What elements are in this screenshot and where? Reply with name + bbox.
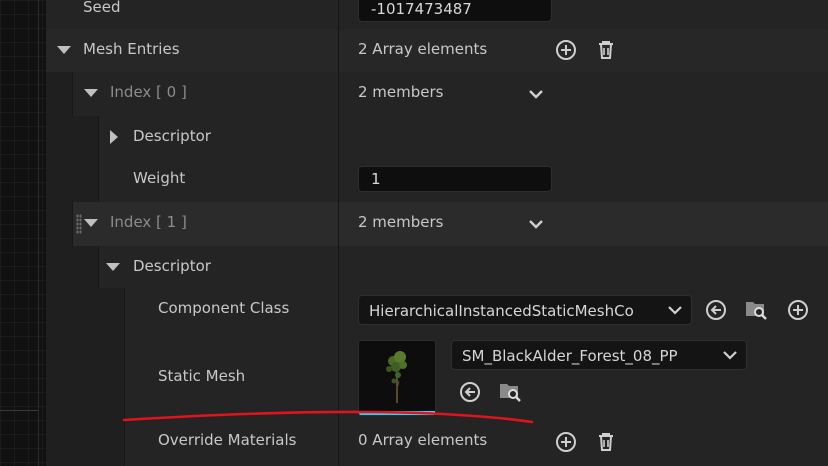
expand-caret-icon[interactable] — [106, 263, 120, 271]
expand-caret-icon[interactable] — [84, 89, 98, 97]
column-divider — [338, 422, 339, 466]
column-divider — [338, 0, 339, 30]
gutter-line — [0, 410, 38, 411]
indent-band — [72, 332, 99, 422]
indent-band — [72, 422, 99, 466]
descriptor-1-label: Descriptor — [133, 257, 211, 275]
row-override-materials: Override Materials 0 Array elements — [46, 422, 828, 466]
column-divider — [338, 72, 339, 116]
indent-band — [46, 116, 73, 158]
column-divider — [338, 30, 339, 72]
column-divider — [338, 246, 339, 288]
thumbnail-accent-bar — [359, 411, 435, 415]
arrow-left-circle-icon[interactable] — [458, 380, 482, 404]
trash-icon[interactable] — [594, 38, 618, 62]
column-divider — [338, 288, 339, 332]
chevron-down-icon — [668, 306, 682, 315]
row-weight: Weight 1 — [46, 158, 828, 203]
details-panel: Seed -1017473487 Mesh Entries 2 Array el… — [46, 0, 828, 466]
add-circle-icon[interactable] — [554, 430, 578, 454]
weight-label: Weight — [133, 169, 186, 187]
folder-search-icon[interactable] — [744, 297, 768, 321]
column-divider — [338, 202, 339, 246]
descriptor-0-label: Descriptor — [133, 127, 211, 145]
folder-search-icon[interactable] — [498, 379, 522, 403]
seed-label: Seed — [83, 0, 121, 16]
seed-field[interactable]: -1017473487 — [358, 0, 552, 22]
indent-band — [72, 246, 99, 288]
indent-band — [72, 158, 99, 202]
indent-band — [46, 288, 73, 332]
indent-band — [46, 72, 73, 116]
indent-band — [46, 246, 73, 288]
trash-icon[interactable] — [594, 430, 618, 454]
mesh-entries-count: 2 Array elements — [358, 40, 488, 58]
expand-caret-icon[interactable] — [110, 130, 118, 144]
row-static-mesh: Static Mesh SM_BlackAlder_Forest_08_PP — [46, 332, 828, 423]
left-viewport-gutter — [0, 0, 46, 466]
add-circle-icon[interactable] — [554, 38, 578, 62]
indent-band — [46, 332, 73, 422]
static-mesh-thumbnail[interactable] — [358, 340, 436, 416]
index-1-label: Index [ 1 ] — [110, 213, 187, 231]
mesh-entries-label: Mesh Entries — [83, 40, 180, 58]
component-class-dropdown[interactable]: HierarchicalInstancedStaticMeshCo — [358, 295, 692, 325]
column-divider — [338, 332, 339, 422]
row-index-1: Index [ 1 ] 2 members — [46, 202, 828, 247]
expand-caret-icon[interactable] — [84, 219, 98, 227]
indent-band — [98, 288, 125, 332]
row-descriptor-0: Descriptor — [46, 116, 828, 159]
indent-band — [72, 116, 99, 158]
indent-band — [46, 202, 73, 246]
row-seed: Seed -1017473487 — [46, 0, 828, 31]
chevron-down-icon[interactable] — [524, 212, 548, 236]
row-mesh-entries: Mesh Entries 2 Array elements — [46, 30, 828, 73]
add-circle-icon[interactable] — [786, 298, 810, 322]
row-index-0: Index [ 0 ] 2 members — [46, 72, 828, 117]
indent-band — [46, 422, 73, 466]
component-class-label: Component Class — [158, 299, 290, 317]
static-mesh-label: Static Mesh — [158, 367, 246, 385]
row-component-class: Component Class HierarchicalInstancedSta… — [46, 288, 828, 333]
index-0-members: 2 members — [358, 83, 444, 101]
expand-caret-icon[interactable] — [57, 46, 71, 54]
tree-preview-image — [386, 351, 407, 403]
column-divider — [338, 158, 339, 202]
gutter-divider — [38, 0, 39, 466]
static-mesh-dropdown[interactable]: SM_BlackAlder_Forest_08_PP — [451, 340, 747, 370]
indent-band — [98, 422, 125, 466]
component-class-value: HierarchicalInstancedStaticMeshCo — [369, 302, 634, 320]
row-descriptor-1: Descriptor — [46, 246, 828, 289]
chevron-down-icon[interactable] — [524, 82, 548, 106]
indent-band — [72, 288, 99, 332]
gutter-grid — [0, 0, 46, 466]
arrow-left-circle-icon[interactable] — [704, 298, 728, 322]
weight-field[interactable]: 1 — [358, 166, 552, 192]
override-materials-label: Override Materials — [158, 431, 297, 449]
override-materials-count: 0 Array elements — [358, 431, 488, 449]
index-1-members: 2 members — [358, 213, 444, 231]
chevron-down-icon — [723, 351, 737, 360]
drag-handle-icon[interactable] — [76, 214, 82, 234]
indent-band — [46, 158, 73, 202]
index-0-label: Index [ 0 ] — [110, 83, 187, 101]
column-divider — [338, 116, 339, 158]
static-mesh-value: SM_BlackAlder_Forest_08_PP — [462, 347, 678, 365]
indent-band — [98, 332, 125, 422]
